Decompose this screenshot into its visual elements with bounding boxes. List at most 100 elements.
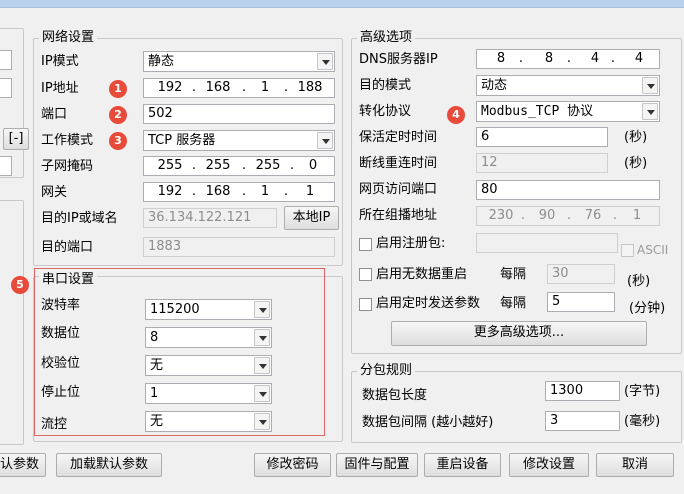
webport-label: 网页访问端口 [359,182,438,197]
chevron-down-icon[interactable] [317,53,333,70]
serial-settings-title: 串口设置 [39,272,98,288]
collapse-button[interactable]: [-] [3,128,29,150]
databits-label: 数据位 [41,326,81,341]
dns-octet-3: 4 [590,51,600,66]
port-input[interactable]: 502 [143,104,335,124]
register-input[interactable] [476,233,618,253]
change-password-button[interactable]: 修改密码 [254,453,331,477]
gateway-octet-2: 168 [205,184,231,199]
timed-send-checkbox[interactable] [359,298,372,311]
protocol-label: 转化协议 [359,104,412,119]
packet-length-unit: (字节) [624,384,661,399]
baud-value: 115200 [150,302,200,317]
chevron-down-icon[interactable] [317,132,333,149]
keepalive-label: 保活定时时间 [359,130,438,145]
subnet-input[interactable]: 255 . 255 . 255 . 0 [143,156,335,176]
left-partial-control-2[interactable] [0,78,12,98]
packet-interval-input[interactable]: 3 [545,411,620,431]
ascii-label: ASCII [637,243,669,257]
ip-dot: . [241,184,247,199]
work-mode-select[interactable]: TCP 服务器 [143,130,335,151]
protocol-select[interactable]: Modbus_TCP 协议 [476,101,660,122]
stopbits-label: 停止位 [41,385,81,400]
register-label: 启用注册包: [376,236,446,251]
nodata-restart-checkbox[interactable] [359,268,372,281]
more-advanced-button[interactable]: 更多高级选项... [391,321,647,346]
ip-dot: . [566,208,572,223]
register-checkbox[interactable] [359,238,372,251]
left-partial-control-1[interactable] [0,50,12,70]
modify-settings-button[interactable]: 修改设置 [509,453,589,477]
gateway-input[interactable]: 192 . 168 . 1 . 1 [143,182,335,202]
chevron-down-icon[interactable] [642,103,658,120]
ip-dot: . [612,208,618,223]
dns-octet-1: 8 [496,51,506,66]
chevron-down-icon[interactable] [642,77,658,94]
chevron-down-icon[interactable] [254,301,270,318]
ip-dot: . [241,158,247,173]
keepalive-input[interactable]: 6 [476,127,608,147]
dest-mode-label: 目的模式 [359,78,412,93]
dest-mode-value: 动态 [481,78,508,93]
load-defaults-button[interactable]: 加载默认参数 [56,453,162,477]
reconnect-label: 断线重连时间 [359,156,438,171]
stopbits-value: 1 [150,386,159,401]
chevron-down-icon[interactable] [254,413,270,430]
local-ip-button[interactable]: 本地IP [284,206,339,230]
databits-select[interactable]: 8 [145,327,272,348]
reconnect-input[interactable]: 12 [476,153,608,173]
dns-octet-2: 8 [544,51,554,66]
network-settings-title: 网络设置 [39,30,98,46]
badge-5: 5 [11,276,29,294]
ip-dot: . [520,208,526,223]
dest-ip-input[interactable]: 36.134.122.121 [143,208,277,228]
ip-address-label: IP地址 [41,81,79,96]
badge-4: 4 [447,106,465,124]
badge-3: 3 [109,132,127,150]
left-partial-group-2 [0,200,24,445]
dns-label: DNS服务器IP [359,52,438,67]
parity-select[interactable]: 无 [145,355,272,376]
ip-dot: . [191,158,197,173]
nodata-input[interactable]: 30 [547,264,615,284]
baud-select[interactable]: 115200 [145,299,272,320]
ip-dot: . [518,51,524,66]
chevron-down-icon[interactable] [254,385,270,402]
network-settings-group [33,38,343,266]
chevron-down-icon[interactable] [254,357,270,374]
ip-address-input[interactable]: 192 . 168 . 1 . 188 [143,78,335,98]
firmware-config-button[interactable]: 固件与配置 [336,453,418,477]
default-params-button[interactable]: 认参数 [0,453,46,477]
dest-mode-select[interactable]: 动态 [476,75,660,96]
dns-input[interactable]: 8 . 8 . 4 . 4 [476,49,660,69]
ip-mode-select[interactable]: 静态 [143,51,335,72]
gateway-octet-1: 192 [157,184,183,199]
packet-interval-unit: (毫秒) [624,414,661,429]
timed-send-input[interactable]: 5 [547,292,615,312]
multicast-input[interactable]: 230 . 90 . 76 . 1 [476,206,660,226]
multicast-octet-4: 1 [632,208,642,223]
flow-label: 流控 [41,417,68,432]
left-partial-control-3[interactable] [0,156,12,176]
stopbits-select[interactable]: 1 [145,383,272,404]
dest-port-label: 目的端口 [41,240,94,255]
dns-octet-4: 4 [634,51,644,66]
ip-octet-2: 168 [205,80,231,95]
dest-port-input[interactable]: 1883 [143,237,335,257]
cancel-button[interactable]: 取消 [596,453,674,477]
packet-length-input[interactable]: 1300 [545,381,620,401]
databits-value: 8 [150,330,159,345]
ip-dot: . [283,80,289,95]
subnet-label: 子网掩码 [41,159,94,174]
multicast-label: 所在组播地址 [359,208,438,223]
protocol-value: Modbus_TCP 协议 [481,104,594,119]
flow-select[interactable]: 无 [145,411,272,432]
ip-octet-1: 192 [157,80,183,95]
restart-device-button[interactable]: 重启设备 [424,453,501,477]
ascii-checkbox[interactable] [621,244,634,257]
chevron-down-icon[interactable] [254,329,270,346]
advanced-options-title: 高级选项 [357,30,416,46]
parity-label: 校验位 [41,356,81,371]
gateway-label: 网关 [41,185,68,200]
webport-input[interactable]: 80 [476,180,660,200]
